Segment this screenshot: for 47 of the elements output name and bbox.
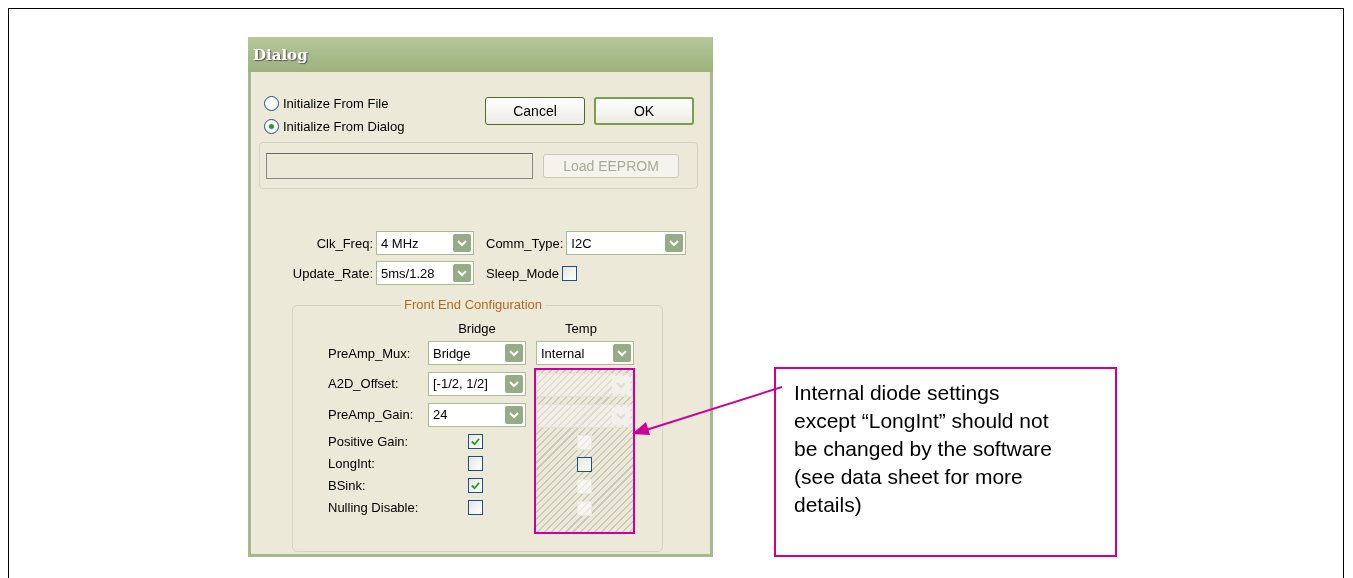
dropdown[interactable]: [-1/2, 1/2] [428, 371, 526, 396]
radio-label[interactable]: Initialize From File [283, 96, 389, 111]
row-label: Nulling Disable: [327, 498, 420, 517]
dropdown[interactable]: Internal [536, 341, 634, 365]
chevron-down-icon [453, 264, 471, 282]
row-label: PreAmp_Mux: [327, 345, 412, 361]
checkbox[interactable] [468, 433, 483, 449]
chevron-down-icon [613, 344, 631, 362]
row-label: Positive Gain: [327, 432, 410, 451]
window-title: Dialog [253, 45, 308, 64]
chevron-down-icon [612, 376, 630, 394]
ok-button[interactable]: OK [594, 97, 694, 125]
radio-label[interactable]: Initialize From Dialog [283, 119, 405, 134]
radio-button[interactable] [264, 119, 279, 134]
setting-label: Sleep_Mode [486, 265, 559, 281]
file-path-field[interactable] [266, 152, 533, 179]
column-header: Temp [564, 320, 598, 336]
dropdown[interactable]: 24 [428, 402, 526, 427]
radio-button[interactable] [264, 96, 279, 111]
dropdown[interactable]: 5ms/1.28 [376, 261, 474, 285]
column-header: Bridge [457, 320, 497, 336]
row-label: A2D_Offset: [327, 375, 400, 393]
check-icon [470, 479, 481, 491]
checkbox[interactable] [562, 265, 577, 281]
checkbox[interactable] [468, 499, 483, 515]
chevron-down-icon [505, 374, 523, 393]
group-title: Front End Configuration [401, 297, 546, 312]
chevron-down-icon [505, 405, 523, 424]
setting-label: Clk_Freq: [316, 235, 373, 251]
dropdown[interactable]: Bridge [428, 341, 526, 365]
row-label: BSink: [327, 476, 367, 495]
cancel-button[interactable]: Cancel [485, 97, 585, 125]
row-label: LongInt: [327, 454, 376, 473]
chevron-down-icon [612, 406, 630, 425]
setting-label: Update_Rate: [292, 265, 373, 281]
callout-text: Internal diode settings except “LongInt” should not be changed by the software (see data sheet for more details) [794, 381, 1052, 516]
checkbox[interactable] [577, 456, 592, 472]
check-icon [470, 435, 481, 447]
dropdown[interactable]: 4 MHz [376, 231, 474, 255]
row-label: PreAmp_Gain: [327, 406, 415, 424]
chevron-down-icon [453, 234, 471, 252]
chevron-down-icon [665, 234, 683, 252]
checkbox[interactable] [468, 477, 483, 493]
checkbox[interactable] [468, 455, 483, 471]
dropdown[interactable]: I2C [566, 231, 686, 255]
setting-label: Comm_Type: [486, 235, 564, 251]
chevron-down-icon [505, 344, 523, 362]
